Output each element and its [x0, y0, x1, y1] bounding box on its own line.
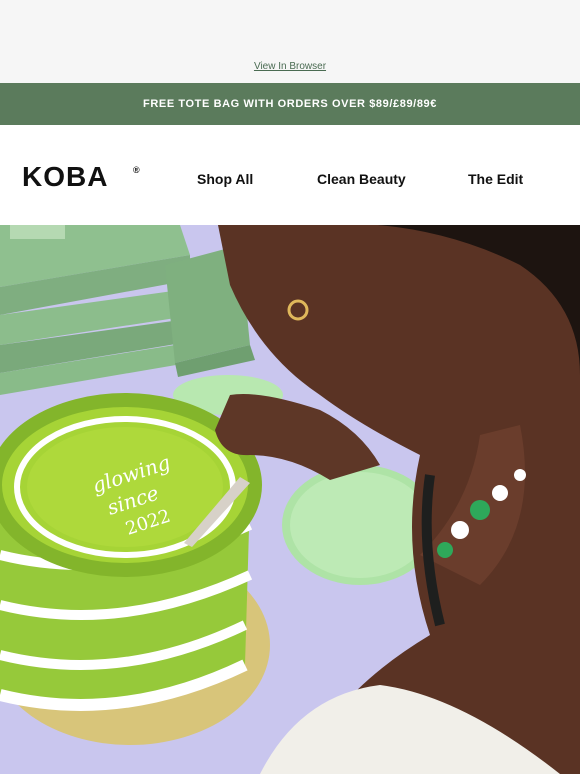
view-in-browser-row: View In Browser: [0, 50, 580, 83]
necklace-bead: [470, 500, 490, 520]
promo-text: FREE TOTE BAG WITH ORDERS OVER $89/£89/8…: [143, 98, 437, 110]
hero-illustration: glowing since 2022: [0, 225, 580, 774]
view-in-browser-link[interactable]: View In Browser: [254, 61, 326, 72]
top-spacer: [0, 0, 580, 50]
brand-logo[interactable]: KOBA: [22, 163, 108, 191]
cake: glowing since 2022: [0, 393, 262, 711]
nav-shop-all[interactable]: Shop All: [197, 171, 253, 187]
registered-mark: ®: [133, 165, 140, 175]
site-header: KOBA ® Shop All Clean Beauty The Edit: [0, 125, 580, 225]
nav-clean-beauty[interactable]: Clean Beauty: [317, 171, 406, 187]
hero-image[interactable]: glowing since 2022: [0, 225, 580, 774]
promo-banner[interactable]: FREE TOTE BAG WITH ORDERS OVER $89/£89/8…: [0, 83, 580, 125]
nav-the-edit[interactable]: The Edit: [468, 171, 523, 187]
